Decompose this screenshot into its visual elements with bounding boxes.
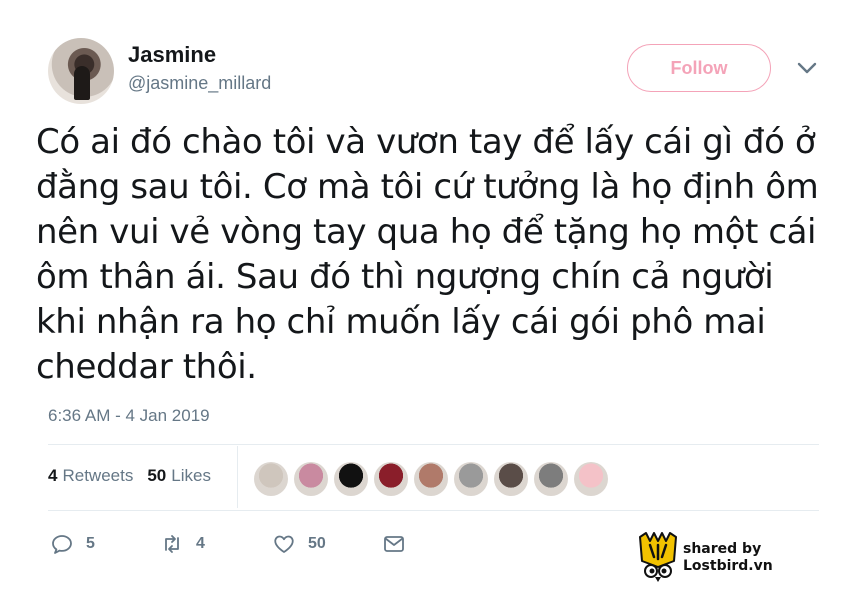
tweet-card: Jasmine @jasmine_millard Follow Có ai đó…	[0, 0, 864, 594]
tweet-text: Có ai đó chào tôi và vươn tay để lấy cái…	[36, 120, 836, 390]
watermark-line: shared by	[683, 541, 762, 557]
liker-avatar[interactable]	[414, 462, 448, 496]
divider	[48, 444, 819, 445]
retweet-action[interactable]: 4	[160, 532, 205, 556]
likes-label: Likes	[171, 466, 211, 485]
follow-button[interactable]: Follow	[627, 44, 771, 92]
tweet-stats: 4 Retweets 50 Likes	[48, 466, 211, 486]
watermark-line: Lostbird.vn	[683, 558, 773, 574]
reply-action[interactable]: 5	[50, 532, 95, 556]
lostbird-logo-icon	[639, 532, 677, 582]
heart-icon	[274, 535, 294, 553]
liker-avatar[interactable]	[574, 462, 608, 496]
retweets-stat[interactable]: 4 Retweets	[48, 466, 133, 486]
liker-avatar[interactable]	[334, 462, 368, 496]
liker-avatar[interactable]	[294, 462, 328, 496]
chevron-down-icon[interactable]	[796, 60, 818, 76]
liker-avatar[interactable]	[374, 462, 408, 496]
tweet-text-line: Có ai đó chào tôi và vươn tay để lấy cái…	[36, 122, 816, 162]
likes-count: 50	[147, 466, 167, 485]
like-count: 50	[308, 535, 326, 552]
tweet-text-line: nên vui vẻ vòng tay qua họ để tặng họ mộ…	[36, 212, 817, 252]
liker-avatar[interactable]	[534, 462, 568, 496]
tweet-timestamp[interactable]: 6:36 AM - 4 Jan 2019	[48, 406, 210, 426]
user-handle[interactable]: @jasmine_millard	[128, 73, 271, 94]
liker-avatar[interactable]	[494, 462, 528, 496]
watermark-text: shared by Lostbird.vn	[683, 541, 773, 575]
tweet-text-line: cheddar thôi.	[36, 347, 257, 387]
retweet-icon	[165, 535, 179, 553]
display-name[interactable]: Jasmine	[128, 42, 216, 68]
tweet-text-line: ôm thân ái. Sau đó thì ngượng chín cả ng…	[36, 257, 774, 297]
retweets-label: Retweets	[62, 466, 134, 485]
liker-avatar[interactable]	[454, 462, 488, 496]
liker-avatar[interactable]	[254, 462, 288, 496]
tweet-text-line: đằng sau tôi. Cơ mà tôi cứ tưởng là họ đ…	[36, 167, 819, 207]
retweets-count: 4	[48, 466, 58, 485]
liker-avatars	[254, 462, 608, 496]
retweet-count: 4	[196, 535, 205, 552]
like-action[interactable]: 50	[272, 532, 326, 556]
tweet-text-line: khi nhận ra họ chỉ muốn lấy cái gói phô …	[36, 302, 766, 342]
envelope-icon	[384, 536, 404, 552]
likes-stat[interactable]: 50 Likes	[147, 466, 211, 486]
stats-separator	[237, 446, 238, 508]
action-bar: 5 4 50	[50, 532, 410, 558]
message-action[interactable]	[382, 532, 406, 556]
reply-count: 5	[86, 535, 95, 552]
reply-icon	[52, 535, 72, 554]
divider	[48, 510, 819, 511]
avatar[interactable]	[48, 38, 114, 104]
watermark: shared by Lostbird.vn	[636, 531, 796, 583]
